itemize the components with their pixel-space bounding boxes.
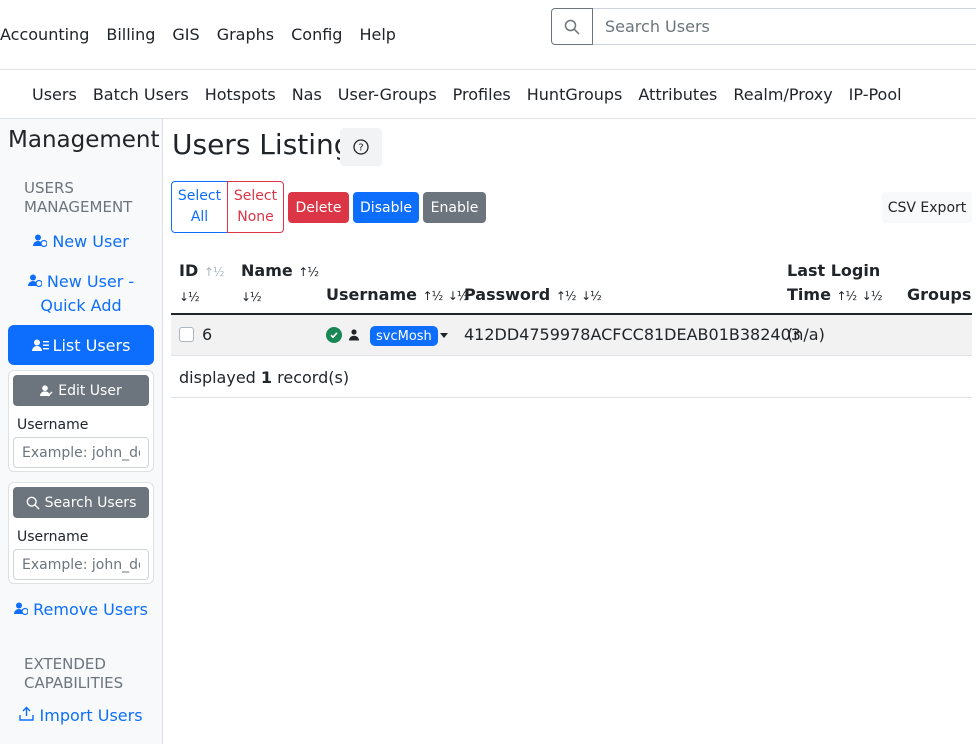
search-icon xyxy=(26,496,40,510)
menu-accounting[interactable]: Accounting xyxy=(0,24,89,46)
edit-user-button[interactable]: Edit User xyxy=(13,375,149,406)
edit-username-label: Username xyxy=(17,417,89,433)
new-user-label: New User xyxy=(52,232,129,251)
list-users-button[interactable]: List Users xyxy=(8,325,154,365)
column-last-login-label-2: Time xyxy=(787,285,831,304)
submenu-user-groups[interactable]: User-Groups xyxy=(338,85,437,105)
column-header-password[interactable]: Password ↑½ ↓½ xyxy=(464,283,602,308)
remove-users-link[interactable]: Remove Users xyxy=(8,598,154,622)
row-last-login: (n/a) xyxy=(787,325,825,344)
check-circle-icon xyxy=(326,327,342,343)
user-list-icon xyxy=(31,339,49,351)
submenu-attributes[interactable]: Attributes xyxy=(638,85,717,105)
sidebar-title: Management xyxy=(8,127,160,153)
sort-desc-icon[interactable]: ↓½ xyxy=(179,290,200,304)
menu-config[interactable]: Config xyxy=(291,24,342,46)
search-group xyxy=(551,8,976,45)
column-header-last-login[interactable]: Last Login Time ↑½ ↓½ xyxy=(787,259,883,308)
new-user-quick-link[interactable]: New User - Quick Add xyxy=(8,270,154,318)
column-header-username[interactable]: Username ↑½ ↓½ xyxy=(326,283,468,308)
table-footer-divider xyxy=(171,397,972,398)
edit-user-label: Edit User xyxy=(58,382,122,399)
sort-desc-icon[interactable]: ↓½ xyxy=(862,289,883,303)
list-users-label: List Users xyxy=(52,335,131,355)
menu-help[interactable]: Help xyxy=(359,24,395,46)
question-circle-icon: ? xyxy=(353,139,369,155)
submenu-users[interactable]: Users xyxy=(32,85,77,105)
search-username-label: Username xyxy=(17,529,89,545)
select-all-button[interactable]: Select All xyxy=(171,181,228,233)
edit-user-box: Edit User Username xyxy=(8,370,154,472)
page-title: Users Listing xyxy=(172,128,352,161)
user-edit-icon xyxy=(40,384,53,397)
column-password-label: Password xyxy=(464,285,551,304)
help-button[interactable]: ? xyxy=(340,128,382,166)
footer-suffix: record(s) xyxy=(277,368,350,387)
row-password: 412DD4759978ACFCC81DEAB01B382403 xyxy=(464,325,801,344)
chevron-down-icon[interactable] xyxy=(440,333,448,338)
sort-asc-icon[interactable]: ↑½ xyxy=(837,289,858,303)
column-header-groups: Groups xyxy=(907,285,972,304)
new-user-quick-label: New User - Quick Add xyxy=(40,272,135,315)
new-user-link[interactable]: New User xyxy=(8,230,154,254)
person-icon xyxy=(349,329,359,341)
menu-graphs[interactable]: Graphs xyxy=(217,24,274,46)
user-add-icon xyxy=(33,234,48,248)
sort-asc-icon[interactable]: ↑½ xyxy=(298,265,319,279)
sort-desc-icon[interactable]: ↓½ xyxy=(581,289,602,303)
top-menu: Accounting Billing GIS Graphs Config Hel… xyxy=(0,24,413,46)
search-input[interactable] xyxy=(593,8,976,45)
submenu-ip-pool[interactable]: IP-Pool xyxy=(849,85,902,105)
username-badge[interactable]: svcMosh xyxy=(370,326,438,346)
edit-username-input[interactable] xyxy=(13,437,149,468)
search-username-input[interactable] xyxy=(13,549,149,580)
section-users-management: USERS MANAGEMENT xyxy=(24,179,133,216)
delete-button[interactable]: Delete xyxy=(288,192,349,223)
search-button[interactable] xyxy=(551,8,593,45)
sort-desc-icon[interactable]: ↓½ xyxy=(241,290,262,304)
search-icon xyxy=(564,19,580,35)
footer-count: 1 xyxy=(260,368,273,387)
csv-export-button[interactable]: CSV Export xyxy=(882,192,972,223)
sidebar: Management USERS MANAGEMENT New User New… xyxy=(0,119,163,744)
row-id: 6 xyxy=(202,325,213,344)
sub-menu: Users Batch Users Hotspots Nas User-Grou… xyxy=(32,85,918,105)
disable-button[interactable]: Disable xyxy=(353,192,419,223)
menu-gis[interactable]: GIS xyxy=(172,24,199,46)
column-id-label: ID xyxy=(179,261,199,280)
record-count-footer: displayed 1 record(s) xyxy=(179,368,349,388)
submenu-profiles[interactable]: Profiles xyxy=(453,85,511,105)
select-none-button[interactable]: Select None xyxy=(227,181,284,233)
search-users-label: Search Users xyxy=(44,494,137,511)
svg-text:?: ? xyxy=(358,143,363,154)
footer-prefix: displayed xyxy=(179,368,256,387)
top-navbar: Accounting Billing GIS Graphs Config Hel… xyxy=(0,0,976,70)
sort-asc-icon[interactable]: ↑½ xyxy=(204,265,225,279)
upload-icon xyxy=(19,706,35,721)
column-header-id[interactable]: ID ↑½ ↓½ xyxy=(179,259,224,309)
user-quick-add-icon xyxy=(27,274,43,288)
sort-asc-icon[interactable]: ↑½ xyxy=(556,289,577,303)
import-users-link[interactable]: Import Users xyxy=(8,704,154,728)
submenu-nas[interactable]: Nas xyxy=(292,85,322,105)
search-users-box: Search Users Username xyxy=(8,482,154,584)
remove-users-label: Remove Users xyxy=(33,600,148,619)
submenu-huntgroups[interactable]: HuntGroups xyxy=(527,85,623,105)
sub-navbar: Users Batch Users Hotspots Nas User-Grou… xyxy=(0,70,976,119)
import-users-label: Import Users xyxy=(39,706,143,725)
submenu-realm-proxy[interactable]: Realm/Proxy xyxy=(733,85,832,105)
sort-asc-icon[interactable]: ↑½ xyxy=(423,289,444,303)
column-name-label: Name xyxy=(241,261,293,280)
menu-billing[interactable]: Billing xyxy=(106,24,155,46)
column-last-login-label: Last Login xyxy=(787,261,881,280)
search-users-button[interactable]: Search Users xyxy=(13,487,149,518)
submenu-hotspots[interactable]: Hotspots xyxy=(205,85,276,105)
section-extended-capabilities: EXTENDED CAPABILITIES xyxy=(24,655,124,692)
column-header-name[interactable]: Name ↑½ ↓½ xyxy=(241,259,319,309)
submenu-batch-users[interactable]: Batch Users xyxy=(93,85,189,105)
row-checkbox[interactable] xyxy=(179,327,194,342)
enable-button[interactable]: Enable xyxy=(423,192,486,223)
user-remove-icon xyxy=(14,602,29,616)
column-username-label: Username xyxy=(326,285,417,304)
